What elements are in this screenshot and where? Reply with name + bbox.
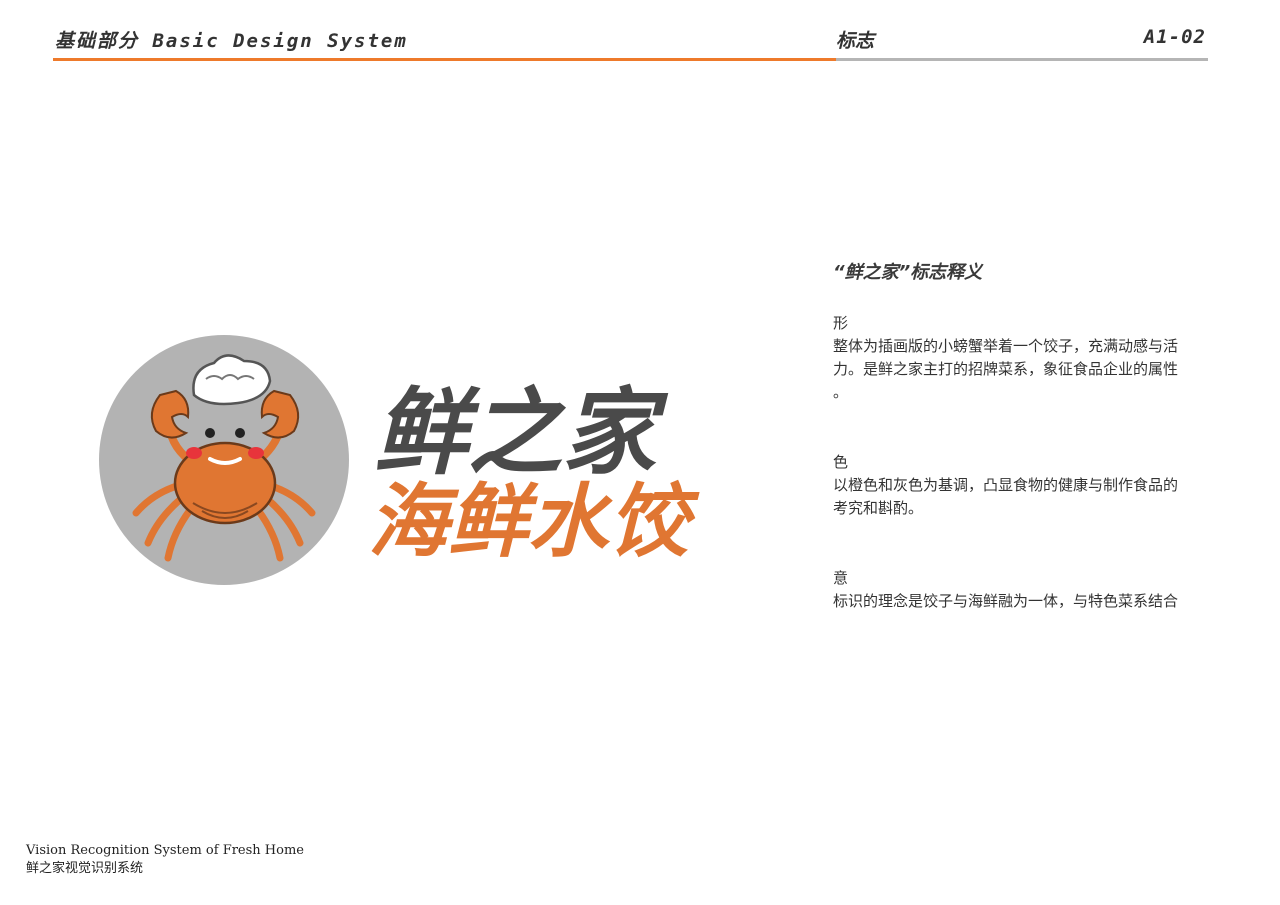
header-rule-gray — [836, 58, 1208, 61]
description-section-form: 形 整体为插画版的小螃蟹举着一个饺子，充满动感与活 力。是鲜之家主打的招牌菜系，… — [833, 312, 1203, 404]
section-heading: 形 — [833, 314, 849, 332]
page-title: 标志 — [836, 30, 875, 52]
description-section-meaning: 意 标识的理念是饺子与海鲜融为一体，与特色菜系结合 — [833, 567, 1203, 613]
section-heading: 意 — [833, 569, 849, 587]
crab-holding-dumpling-icon — [99, 335, 349, 585]
description-title: “鲜之家”标志释义 — [833, 262, 983, 283]
footer: Vision Recognition System of Fresh Home … — [26, 842, 304, 878]
section-line: 以橙色和灰色为基调，凸显食物的健康与制作食品的 — [833, 476, 1179, 494]
header-rule-orange — [53, 58, 836, 61]
brand-logo: 鲜之家 海鲜水饺 — [99, 335, 700, 585]
logo-name-text: 鲜之家 — [374, 379, 669, 488]
logo-product-text: 海鲜水饺 — [368, 475, 700, 568]
section-label: 基础部分 Basic Design System — [55, 30, 408, 52]
footer-chinese-title: 鲜之家视觉识别系统 — [26, 861, 144, 876]
section-line: 标识的理念是饺子与海鲜融为一体，与特色菜系结合 — [833, 592, 1179, 610]
description-section-color: 色 以橙色和灰色为基调，凸显食物的健康与制作食品的 考究和斟酌。 — [833, 451, 1203, 520]
section-line: 力。是鲜之家主打的招牌菜系，象征食品企业的属性 — [833, 360, 1179, 378]
footer-english-title: Vision Recognition System of Fresh Home — [26, 843, 304, 858]
section-line: 整体为插画版的小螃蟹举着一个饺子，充满动感与活 — [833, 337, 1179, 355]
page-code: A1-02 — [1143, 26, 1206, 48]
section-line: 。 — [833, 383, 849, 401]
section-line: 考究和斟酌。 — [833, 499, 924, 517]
section-heading: 色 — [833, 453, 849, 471]
